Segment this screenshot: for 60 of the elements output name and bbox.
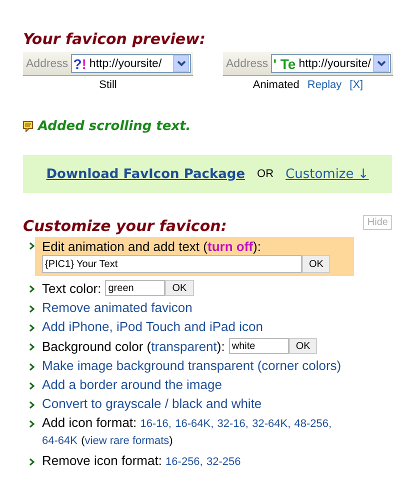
address-label: Address	[226, 58, 268, 70]
link[interactable]: view rare formats	[84, 435, 170, 447]
favicon-text: ' Te	[273, 56, 296, 72]
chevron-right-icon	[29, 324, 35, 332]
address-field[interactable]: ?! http://yoursite/	[71, 54, 191, 73]
caption: Animated	[252, 79, 300, 91]
input-field[interactable]: {PIC1} Your Text	[42, 255, 302, 273]
option-label: Background color (transparent):	[42, 338, 225, 354]
link[interactable]: turn off	[208, 239, 253, 254]
ok-button[interactable]: OK	[165, 280, 194, 296]
input-field[interactable]: white	[228, 338, 289, 354]
link[interactable]: 64-64K	[42, 435, 78, 447]
chevron-right-icon	[29, 242, 35, 250]
link[interactable]: 16-16,	[140, 418, 172, 430]
link[interactable]: 48-256,	[294, 418, 332, 430]
chevron-right-icon	[29, 420, 35, 428]
link[interactable]: 32-64K,	[252, 418, 291, 430]
link[interactable]: Replay	[307, 79, 342, 91]
note-icon	[23, 121, 33, 132]
option-link[interactable]: Add iPhone, iPod Touch and iPad icon	[42, 319, 263, 334]
url-text: http://yoursite/	[89, 58, 163, 70]
option-label: Text color:	[42, 280, 102, 296]
chevron-down-icon	[176, 60, 186, 67]
option-link[interactable]: Make image background transparent (corner colors)	[42, 358, 342, 373]
chevron-down-icon	[376, 60, 386, 67]
chevron-right-icon	[29, 305, 35, 313]
chevron-right-icon	[29, 343, 35, 351]
caption: Still	[99, 79, 117, 91]
ok-button[interactable]: OK	[288, 338, 318, 354]
link[interactable]: [X]	[350, 79, 364, 91]
option-label: Edit animation and add text (turn off):	[42, 239, 261, 254]
customize-link[interactable]: Customize ↓	[286, 166, 369, 182]
url-text: http://yoursite/	[298, 58, 372, 70]
dropdown-button[interactable]	[373, 55, 389, 72]
ok-button[interactable]: OK	[302, 255, 330, 273]
option-label: Add icon format: 16-16, 16-64K, 32-16, 32-64K, 48-256, 64-64K (view rare formats)	[42, 415, 333, 449]
chevron-right-icon	[29, 382, 35, 390]
section-heading: Customize your favicon:	[23, 217, 227, 235]
option-link[interactable]: Convert to grayscale / black and white	[42, 396, 262, 411]
option-link[interactable]: Remove animated favicon	[42, 300, 192, 315]
address-label: Address	[26, 58, 68, 70]
link[interactable]: 32-16,	[217, 418, 248, 430]
address-field[interactable]: ' Te http://yoursite/	[271, 54, 391, 73]
option-label: Remove icon format: 16-256, 32-256	[42, 453, 242, 470]
input-field[interactable]: green	[105, 280, 166, 296]
or-text: OR	[257, 168, 274, 180]
link[interactable]: 16-64K,	[175, 418, 214, 430]
download-link[interactable]: Download FavIcon Package	[46, 166, 246, 182]
option-link[interactable]: Add a border around the image	[42, 377, 222, 392]
link[interactable]: 32-256	[206, 456, 241, 468]
chevron-right-icon	[29, 458, 35, 466]
favicon-text: ?!	[73, 56, 86, 72]
link[interactable]: 16-256,	[166, 456, 203, 468]
status-message: Added scrolling text.	[38, 119, 191, 134]
chevron-right-icon	[29, 401, 35, 409]
link[interactable]: transparent	[151, 338, 217, 354]
chevron-right-icon	[29, 363, 35, 371]
chevron-right-icon	[29, 285, 35, 293]
section-heading: Your favicon preview:	[23, 30, 206, 48]
dropdown-button[interactable]	[173, 55, 189, 72]
